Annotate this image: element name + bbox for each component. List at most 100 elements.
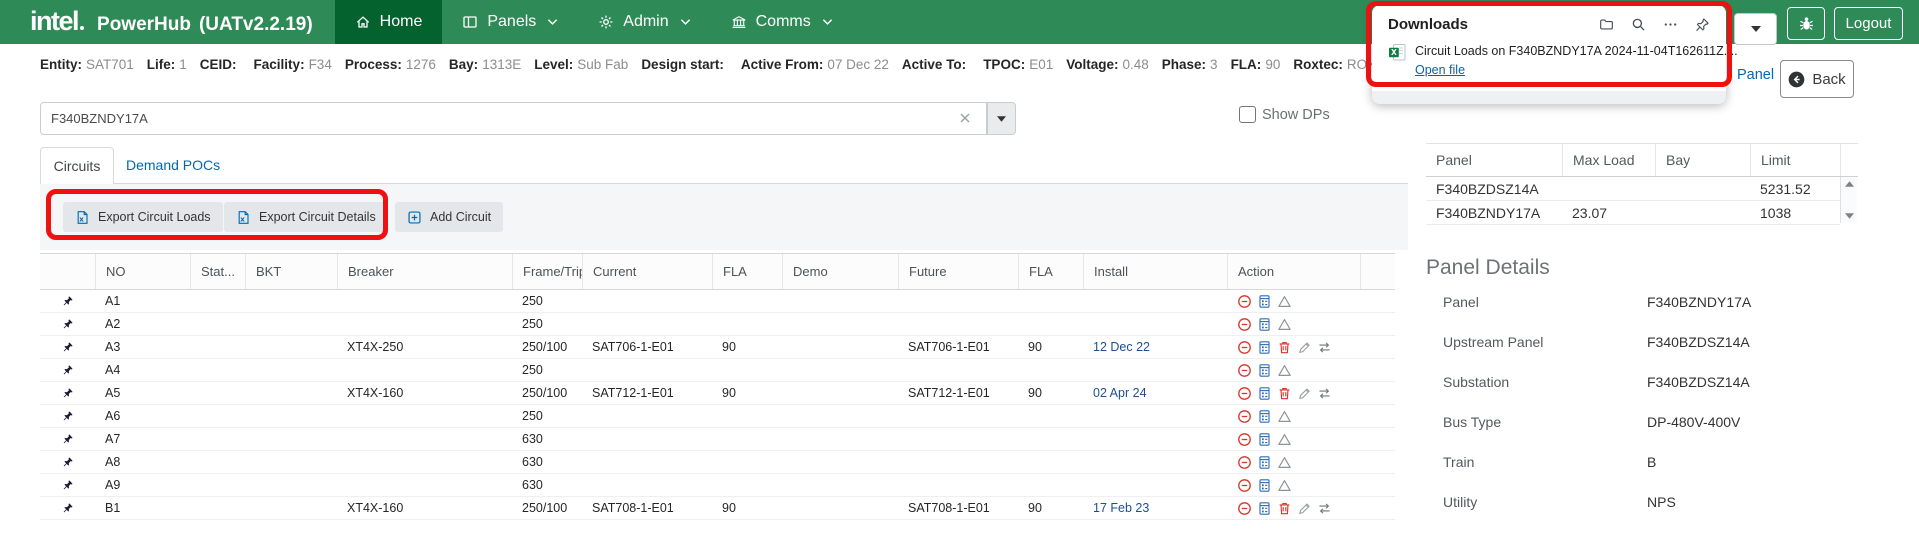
- panels-table-scrollbar[interactable]: [1840, 177, 1857, 223]
- more-icon[interactable]: [1663, 17, 1678, 32]
- remove-icon[interactable]: [1237, 363, 1252, 378]
- remove-icon[interactable]: [1237, 455, 1252, 470]
- search-icon[interactable]: [1631, 17, 1646, 32]
- menu-item-home[interactable]: Home: [334, 0, 443, 44]
- report-icon[interactable]: [1257, 409, 1272, 424]
- edit-icon[interactable]: [1297, 386, 1312, 401]
- download-item[interactable]: X Circuit Loads on F340BZNDY17A 2024-11-…: [1372, 33, 1738, 79]
- detail-value: B: [1647, 454, 1657, 470]
- triangle-icon[interactable]: [1277, 317, 1292, 332]
- table-row: A9 630: [40, 474, 1395, 497]
- pushpin-icon[interactable]: [61, 295, 74, 308]
- logout-button[interactable]: Logout: [1834, 7, 1903, 40]
- report-icon[interactable]: [1257, 432, 1272, 447]
- add-circuit-button[interactable]: Add Circuit: [395, 202, 504, 232]
- menu-item-comms[interactable]: Comms: [711, 0, 853, 44]
- remove-icon[interactable]: [1237, 340, 1252, 355]
- remove-icon[interactable]: [1237, 501, 1252, 516]
- report-icon[interactable]: [1257, 386, 1272, 401]
- cell-install: 12 Dec 22: [1093, 340, 1150, 354]
- show-dps-label: Show DPs: [1262, 106, 1330, 123]
- info-value: 90: [1265, 57, 1281, 72]
- remove-icon[interactable]: [1237, 478, 1252, 493]
- triangle-icon[interactable]: [1277, 294, 1292, 309]
- pushpin-icon[interactable]: [61, 341, 74, 354]
- action-cell: [1227, 363, 1360, 378]
- remove-icon[interactable]: [1237, 386, 1252, 401]
- folder-icon[interactable]: [1599, 17, 1614, 32]
- delete-icon[interactable]: [1277, 386, 1292, 401]
- open-file-link[interactable]: Open file: [1415, 63, 1465, 77]
- cell-no: A1: [105, 294, 121, 308]
- info-label: Facility:: [253, 57, 305, 72]
- pushpin-icon[interactable]: [61, 479, 74, 492]
- remove-icon[interactable]: [1237, 294, 1252, 309]
- panel-search-input[interactable]: [40, 102, 987, 135]
- triangle-icon[interactable]: [1277, 363, 1292, 378]
- detail-value: F340BZNDY17A: [1647, 294, 1752, 310]
- menu-item-admin[interactable]: Admin: [578, 0, 710, 44]
- detail-value: F340BZDSZ14A: [1647, 334, 1750, 350]
- circuits-table-header: NO Stat... BKT Breaker Frame/Trip Current FLA D…: [40, 253, 1395, 290]
- swap-icon[interactable]: [1317, 340, 1332, 355]
- pushpin-icon[interactable]: [61, 433, 74, 446]
- edit-icon[interactable]: [1297, 501, 1312, 516]
- export-circuit-loads-button[interactable]: x Export Circuit Loads: [63, 202, 223, 232]
- cell-breaker: XT4X-160: [347, 501, 404, 515]
- bug-report-button[interactable]: [1787, 7, 1825, 40]
- export-circuit-details-button[interactable]: x Export Circuit Details: [224, 202, 388, 232]
- report-icon[interactable]: [1257, 455, 1272, 470]
- remove-icon[interactable]: [1237, 432, 1252, 447]
- delete-icon[interactable]: [1277, 501, 1292, 516]
- delete-icon[interactable]: [1277, 340, 1292, 355]
- panel-row[interactable]: F340BZNDY17A 23.07 1038: [1426, 201, 1840, 225]
- add-icon: [407, 210, 422, 225]
- column-header: [1360, 254, 1395, 289]
- swap-icon[interactable]: [1317, 501, 1332, 516]
- detail-row: Utility NPS: [1443, 494, 1883, 534]
- info-label: TPOC:: [983, 57, 1026, 72]
- triangle-icon[interactable]: [1277, 432, 1292, 447]
- clear-search-icon[interactable]: [958, 110, 972, 126]
- report-icon[interactable]: [1257, 294, 1272, 309]
- back-button[interactable]: Back: [1780, 60, 1854, 98]
- report-icon[interactable]: [1257, 340, 1272, 355]
- table-row: A1 250: [40, 290, 1395, 313]
- pushpin-icon[interactable]: [61, 387, 74, 400]
- pushpin-icon[interactable]: [61, 318, 74, 331]
- triangle-icon[interactable]: [1277, 478, 1292, 493]
- tab-circuits[interactable]: Circuits: [40, 147, 114, 184]
- tab-demand-pocs[interactable]: Demand POCs: [120, 147, 226, 183]
- report-icon[interactable]: [1257, 363, 1272, 378]
- search-dropdown-button[interactable]: [987, 102, 1016, 135]
- triangle-icon[interactable]: [1277, 455, 1292, 470]
- report-icon[interactable]: [1257, 501, 1272, 516]
- detail-label: Panel: [1443, 294, 1479, 310]
- info-label: Entity:: [40, 57, 82, 72]
- remove-icon[interactable]: [1237, 409, 1252, 424]
- scroll-up-icon[interactable]: [1844, 181, 1854, 187]
- show-dps-checkbox[interactable]: [1239, 106, 1256, 123]
- edit-icon[interactable]: [1297, 340, 1312, 355]
- pin-icon[interactable]: [1695, 17, 1710, 32]
- swap-icon[interactable]: [1317, 386, 1332, 401]
- info-label: Design start:: [641, 57, 724, 72]
- panels-table: Panel Max Load Bay Limit F340BZDSZ14A 5231.5…: [1426, 143, 1858, 225]
- panel-row[interactable]: F340BZDSZ14A 5231.52: [1426, 177, 1840, 201]
- column-header-scroll: [1840, 144, 1858, 176]
- pushpin-icon[interactable]: [61, 502, 74, 515]
- cell-fla2: 90: [1028, 501, 1042, 515]
- triangle-icon[interactable]: [1277, 409, 1292, 424]
- action-cell: [1227, 501, 1360, 516]
- detail-label: Train: [1443, 454, 1475, 470]
- remove-icon[interactable]: [1237, 317, 1252, 332]
- report-icon[interactable]: [1257, 478, 1272, 493]
- pushpin-icon[interactable]: [61, 410, 74, 423]
- menu-item-panels[interactable]: Panels: [442, 0, 578, 44]
- pushpin-icon[interactable]: [61, 364, 74, 377]
- scroll-down-icon[interactable]: [1844, 213, 1854, 219]
- panel-link[interactable]: Panel: [1737, 67, 1774, 83]
- pushpin-icon[interactable]: [61, 456, 74, 469]
- navbar-dropdown-button[interactable]: [1734, 13, 1777, 45]
- report-icon[interactable]: [1257, 317, 1272, 332]
